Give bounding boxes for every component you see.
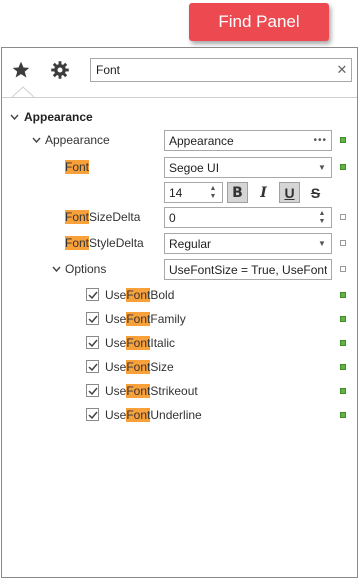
font-size-delta-value: 0	[169, 210, 176, 225]
option-label: UseFontStrikeout	[105, 384, 198, 398]
check-icon	[87, 411, 98, 419]
chevron-down-icon[interactable]	[10, 114, 19, 120]
spin-icon[interactable]: ▲ ▼	[208, 185, 218, 201]
option-row[interactable]: UseFontSize	[2, 356, 357, 380]
chevron-down-icon[interactable]	[32, 137, 41, 143]
row-label: FontSizeDelta	[65, 210, 141, 224]
search-highlight: Font	[65, 160, 90, 174]
favorites-tab[interactable]	[8, 57, 34, 83]
dropdown-arrow-icon[interactable]: ▼	[317, 239, 327, 248]
category-appearance[interactable]: Appearance	[2, 106, 357, 130]
option-label: UseFontItalic	[105, 336, 176, 350]
search-highlight: Font	[126, 384, 151, 398]
favorites-star-icon	[12, 61, 30, 78]
value-default-marker	[340, 214, 346, 220]
ellipsis-icon[interactable]: •••	[313, 135, 327, 146]
value-default-marker	[340, 266, 346, 272]
appearance-editor[interactable]: Appearance •••	[164, 130, 332, 151]
value-modified-marker	[340, 340, 346, 346]
option-checkbox[interactable]	[86, 336, 99, 349]
value-modified-marker	[340, 316, 346, 322]
check-icon	[87, 363, 98, 371]
row-font-style-delta[interactable]: FontStyleDelta Regular ▼	[2, 232, 357, 256]
toolbar-divider	[2, 97, 357, 98]
option-checkbox[interactable]	[86, 360, 99, 373]
spin-icon[interactable]: ▲ ▼	[317, 210, 327, 226]
option-label: UseFontBold	[105, 288, 175, 302]
option-checkbox[interactable]	[86, 312, 99, 325]
row-label: Font	[65, 160, 90, 174]
option-row[interactable]: UseFontFamily	[2, 308, 357, 332]
font-family-select[interactable]: Segoe UI ▼	[164, 157, 332, 178]
check-icon	[87, 339, 98, 347]
gear-icon	[51, 61, 69, 79]
option-label: UseFontUnderline	[105, 408, 202, 422]
chevron-down-icon[interactable]	[52, 266, 61, 272]
bold-button[interactable]: B	[227, 182, 248, 203]
dropdown-arrow-icon[interactable]: ▼	[317, 163, 327, 172]
row-font-size-delta[interactable]: FontSizeDelta 0 ▲ ▼	[2, 206, 357, 230]
settings-tab[interactable]	[47, 57, 73, 83]
appearance-value: Appearance	[169, 133, 234, 148]
value-modified-marker	[340, 137, 346, 143]
value-modified-marker	[340, 388, 346, 394]
option-label: UseFontSize	[105, 360, 174, 374]
search-highlight: Font	[126, 336, 151, 350]
option-checkbox[interactable]	[86, 384, 99, 397]
font-style-delta-select[interactable]: Regular ▼	[164, 233, 332, 254]
options-editor[interactable]: UseFontSize = True, UseFontF...	[164, 259, 332, 280]
font-family-value: Segoe UI	[169, 160, 220, 175]
row-label: Options	[65, 262, 107, 276]
option-row[interactable]: UseFontBold	[2, 284, 357, 308]
row-appearance[interactable]: Appearance Appearance •••	[2, 129, 357, 153]
category-label: Appearance	[24, 110, 93, 124]
italic-button[interactable]: I	[253, 182, 274, 203]
value-modified-marker	[340, 164, 346, 170]
row-label: FontStyleDelta	[65, 236, 144, 250]
value-modified-marker	[340, 364, 346, 370]
font-size-delta-spin[interactable]: 0 ▲ ▼	[164, 207, 332, 228]
value-default-marker	[340, 240, 346, 246]
check-icon	[87, 315, 98, 323]
value-modified-marker	[340, 412, 346, 418]
search-highlight: Font	[126, 360, 151, 374]
search-input[interactable]	[91, 59, 333, 81]
option-checkbox[interactable]	[86, 288, 99, 301]
row-options[interactable]: Options UseFontSize = True, UseFontF...	[2, 258, 357, 282]
check-icon	[87, 291, 98, 299]
option-row[interactable]: UseFontItalic	[2, 332, 357, 356]
search-highlight: Font	[65, 210, 90, 224]
search-highlight: Font	[65, 236, 90, 250]
row-label: Appearance	[45, 133, 110, 147]
options-value: UseFontSize = True, UseFontF...	[169, 262, 327, 277]
callout-label: Find Panel	[218, 12, 300, 31]
row-font-style-toolbar: 14 ▲ ▼ B I U S	[2, 181, 357, 205]
toolbar: ✕	[2, 48, 357, 98]
value-modified-marker	[340, 292, 346, 298]
font-size-spin[interactable]: 14 ▲ ▼	[164, 182, 223, 203]
search-highlight: Font	[126, 288, 151, 302]
search-highlight: Font	[126, 312, 151, 326]
font-size-value: 14	[169, 185, 183, 200]
find-panel-callout: Find Panel	[189, 3, 329, 41]
row-font[interactable]: Font Segoe UI ▼	[2, 156, 357, 180]
check-icon	[87, 387, 98, 395]
option-checkbox[interactable]	[86, 408, 99, 421]
option-row[interactable]: UseFontStrikeout	[2, 380, 357, 404]
underline-button[interactable]: U	[279, 182, 300, 203]
strikeout-button[interactable]: S	[305, 182, 326, 203]
search-highlight: Font	[126, 408, 151, 422]
clear-icon[interactable]: ✕	[333, 62, 351, 78]
option-label: UseFontFamily	[105, 312, 186, 326]
font-style-delta-value: Regular	[169, 236, 212, 251]
property-grid-panel: ✕ Appearance Appearance Appearance ••• F…	[1, 47, 358, 578]
find-panel: ✕	[90, 58, 352, 82]
option-row[interactable]: UseFontUnderline	[2, 404, 357, 428]
